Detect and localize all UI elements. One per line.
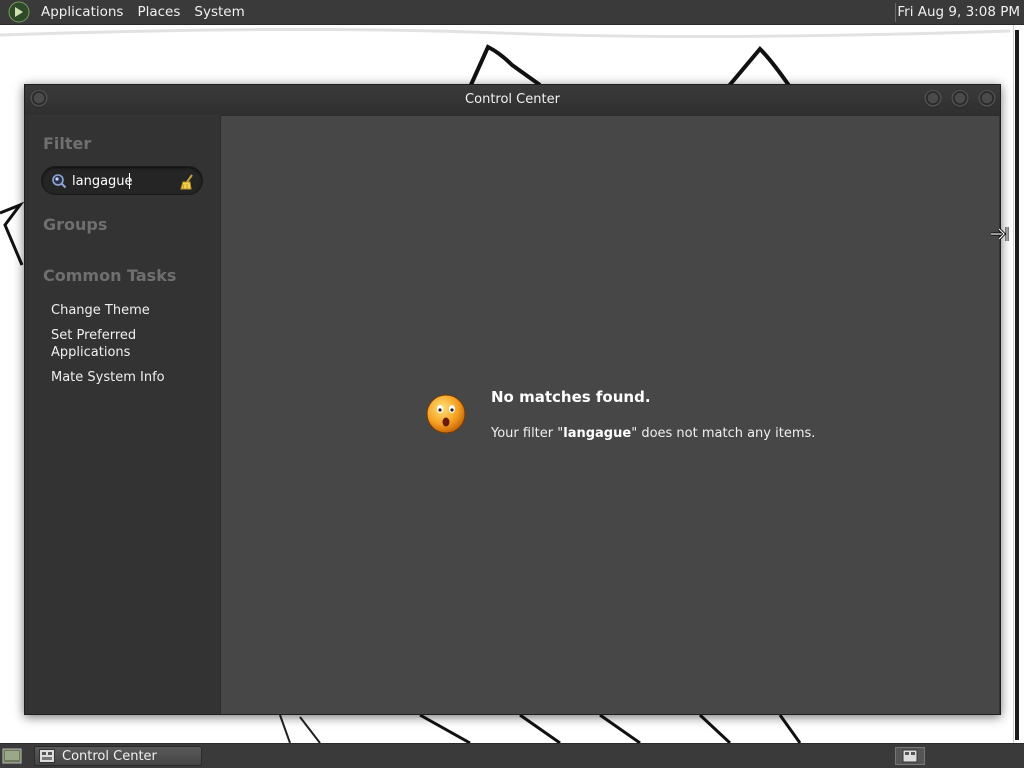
workspace-switcher[interactable] (895, 747, 925, 765)
desktop-edge-bar (1015, 30, 1019, 740)
search-icon (52, 174, 67, 189)
common-tasks-heading: Common Tasks (43, 266, 177, 285)
taskbar-label: Control Center (62, 748, 157, 764)
top-panel: Applications Places System Fri Aug 9, 3:… (0, 0, 1024, 25)
search-box[interactable] (41, 166, 203, 195)
no-matches-title: No matches found. (491, 388, 651, 406)
taskbar-control-center[interactable]: Control Center (34, 746, 202, 766)
groups-heading: Groups (43, 215, 108, 234)
task-mate-system-info[interactable]: Mate System Info (51, 369, 211, 386)
workspace-icon (902, 749, 918, 763)
sidebar: Filter Groups Common Tasks Change Theme … (25, 115, 219, 714)
places-menu[interactable]: Places (130, 0, 187, 25)
system-menu[interactable]: System (187, 0, 251, 25)
task-set-preferred-applications[interactable]: Set Preferred Applications (51, 327, 161, 361)
applications-menu[interactable]: Applications (34, 0, 130, 25)
content-area: No matches found. Your filter "langague"… (220, 115, 999, 714)
minimize-button[interactable] (924, 90, 942, 108)
window-titlebar[interactable]: Control Center (25, 85, 1000, 115)
clock[interactable]: Fri Aug 9, 3:08 PM (891, 0, 1020, 25)
task-change-theme[interactable]: Change Theme (51, 302, 211, 319)
filter-heading: Filter (43, 134, 92, 153)
message-prefix: Your filter " (491, 426, 564, 441)
control-center-window: Control Center Filter Groups Common Task… (24, 84, 1001, 715)
surprised-face-icon (426, 394, 466, 434)
text-caret (129, 173, 130, 189)
search-input[interactable] (72, 171, 172, 191)
filter-term: langague (563, 426, 632, 441)
bottom-panel: Control Center (0, 743, 1024, 768)
clear-broom-icon[interactable] (178, 173, 196, 191)
show-desktop-icon[interactable] (2, 747, 22, 765)
maximize-button[interactable] (951, 90, 969, 108)
mate-logo-icon[interactable] (8, 1, 30, 23)
window-title: Control Center (465, 92, 560, 107)
no-matches-message: Your filter "langague" does not match an… (491, 426, 815, 441)
resize-cursor-icon (991, 227, 1009, 241)
close-button[interactable] (978, 90, 996, 108)
control-center-app-icon (39, 749, 55, 763)
message-suffix: " does not match any items. (631, 426, 816, 441)
